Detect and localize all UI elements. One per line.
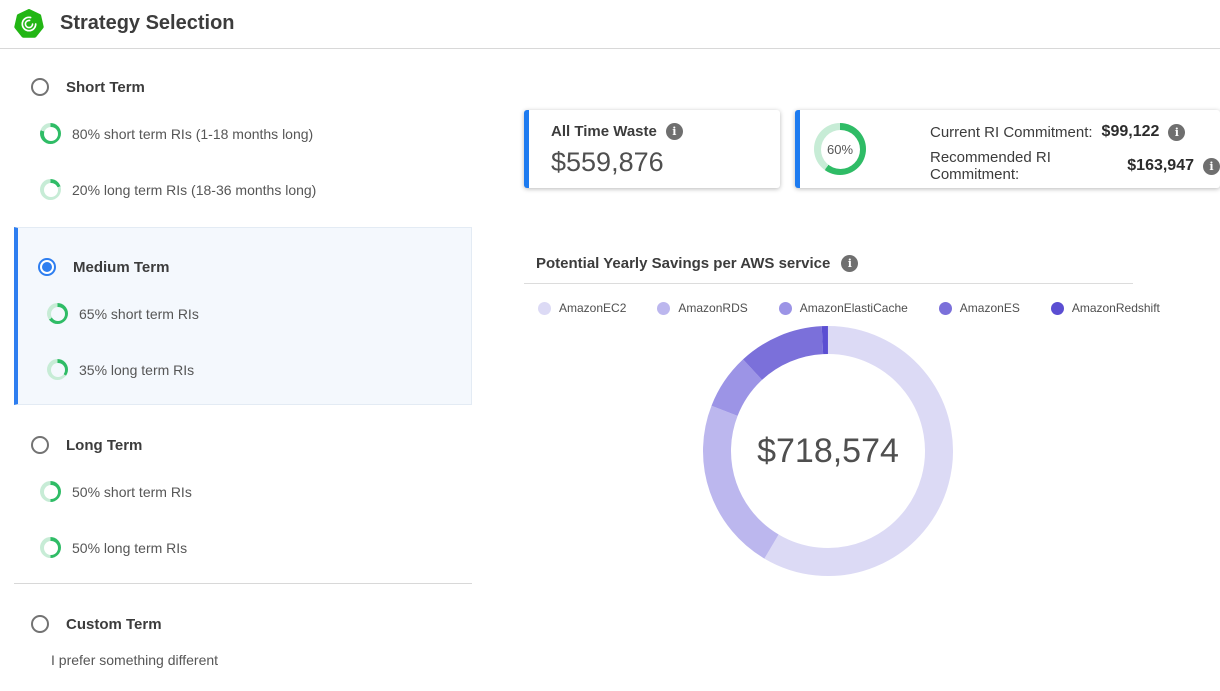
radio-medium-term[interactable] — [38, 258, 56, 276]
ri-commitment-card: 60% Current RI Commitment: $99,122 i Rec… — [795, 110, 1220, 188]
savings-donut-chart: $718,574 — [698, 321, 958, 581]
strategy-detail-row: 50% long term RIs — [40, 537, 187, 558]
custom-term-description: I prefer something different — [51, 652, 218, 668]
legend-label: AmazonRedshift — [1072, 301, 1160, 315]
legend-label: AmazonElastiCache — [800, 301, 908, 315]
chart-divider — [524, 283, 1133, 284]
strategy-option-medium-term[interactable]: Medium Term — [38, 258, 169, 276]
strategy-label: Custom Term — [66, 616, 162, 633]
donut-chart-svg — [698, 321, 958, 581]
legend-item-amazonrds[interactable]: AmazonRDS — [657, 301, 747, 315]
legend-dot-icon — [538, 302, 551, 315]
legend-label: AmazonEC2 — [559, 301, 626, 315]
legend-label: AmazonRDS — [678, 301, 747, 315]
commitment-percent-label: 60% — [827, 142, 853, 157]
info-icon[interactable]: i — [841, 255, 858, 272]
app-logo-icon — [14, 9, 44, 39]
legend-dot-icon — [1051, 302, 1064, 315]
strategy-detail-row: 50% short term RIs — [40, 481, 192, 502]
page-header: Strategy Selection — [0, 0, 1220, 49]
legend-item-amazonredshift[interactable]: AmazonRedshift — [1051, 301, 1160, 315]
chart-legend: AmazonEC2 AmazonRDS AmazonElastiCache Am… — [538, 301, 1160, 315]
legend-label: AmazonES — [960, 301, 1020, 315]
strategy-label: Medium Term — [73, 259, 169, 276]
info-icon[interactable]: i — [1203, 158, 1220, 175]
strategy-option-medium-term-panel[interactable]: Medium Term 65% short term RIs 35% long … — [14, 227, 472, 405]
strategy-option-long-term[interactable]: Long Term — [31, 436, 142, 454]
percent-ring-icon — [40, 481, 61, 502]
legend-item-amazones[interactable]: AmazonES — [939, 301, 1020, 315]
radio-short-term[interactable] — [31, 78, 49, 96]
percent-ring-icon — [40, 537, 61, 558]
percent-ring-icon — [40, 179, 61, 200]
strategy-label: Long Term — [66, 437, 142, 454]
legend-dot-icon — [657, 302, 670, 315]
radio-long-term[interactable] — [31, 436, 49, 454]
percent-ring-icon — [47, 359, 68, 380]
radio-custom-term[interactable] — [31, 615, 49, 633]
current-ri-value: $99,122 — [1102, 123, 1160, 141]
strategy-detail-row: 80% short term RIs (1-18 months long) — [40, 123, 313, 144]
legend-dot-icon — [939, 302, 952, 315]
strategy-detail-row: 35% long term RIs — [47, 359, 194, 380]
recommended-ri-label: Recommended RI Commitment: — [930, 149, 1118, 183]
page-title: Strategy Selection — [60, 0, 235, 47]
legend-dot-icon — [779, 302, 792, 315]
section-divider — [14, 583, 472, 584]
waste-card-label: All Time Waste — [551, 123, 657, 140]
info-icon[interactable]: i — [1168, 124, 1185, 141]
all-time-waste-card: All Time Waste i $559,876 — [524, 110, 780, 188]
recommended-ri-commitment-row: Recommended RI Commitment: $163,947 i — [930, 149, 1220, 183]
strategy-detail-row: 65% short term RIs — [47, 303, 199, 324]
percent-ring-icon — [47, 303, 68, 324]
strategy-option-short-term[interactable]: Short Term — [31, 78, 145, 96]
current-ri-label: Current RI Commitment: — [930, 124, 1093, 141]
legend-item-amazonelasticache[interactable]: AmazonElastiCache — [779, 301, 908, 315]
percent-ring-icon — [40, 123, 61, 144]
strategy-detail-label: 50% long term RIs — [72, 540, 187, 556]
chart-title: Potential Yearly Savings per AWS service — [536, 255, 830, 272]
strategy-detail-label: 80% short term RIs (1-18 months long) — [72, 126, 313, 142]
waste-card-value: $559,876 — [551, 147, 780, 178]
commitment-percent-ring: 60% — [814, 123, 866, 175]
strategy-label: Short Term — [66, 79, 145, 96]
recommended-ri-value: $163,947 — [1127, 157, 1194, 175]
strategy-option-custom-term[interactable]: Custom Term — [31, 615, 162, 633]
info-icon[interactable]: i — [666, 123, 683, 140]
strategy-detail-label: 50% short term RIs — [72, 484, 192, 500]
legend-item-amazonec2[interactable]: AmazonEC2 — [538, 301, 626, 315]
strategy-detail-label: 65% short term RIs — [79, 306, 199, 322]
strategy-detail-label: 20% long term RIs (18-36 months long) — [72, 182, 316, 198]
strategy-detail-row: 20% long term RIs (18-36 months long) — [40, 179, 316, 200]
current-ri-commitment-row: Current RI Commitment: $99,122 i — [930, 123, 1220, 141]
strategy-detail-label: 35% long term RIs — [79, 362, 194, 378]
